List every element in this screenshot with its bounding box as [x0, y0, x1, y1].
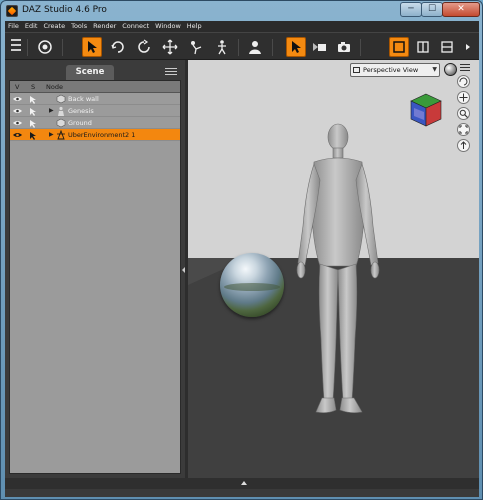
- layout-split-horizontal-icon[interactable]: [437, 37, 457, 57]
- orbit-icon[interactable]: [457, 75, 470, 88]
- grid-icon: [353, 67, 360, 73]
- chevron-down-icon: ▼: [432, 66, 437, 73]
- scene-row-genesis[interactable]: ▶ Genesis: [10, 105, 180, 117]
- collapse-left-arrow-icon[interactable]: [182, 267, 185, 273]
- column-selectable[interactable]: S: [31, 83, 35, 91]
- reset-view-icon[interactable]: [457, 139, 470, 152]
- joint-editor-icon[interactable]: [186, 37, 206, 57]
- toolbar-separator: [62, 39, 63, 56]
- column-node[interactable]: Node: [46, 83, 63, 91]
- figure-pose-icon[interactable]: [212, 37, 232, 57]
- maximize-button[interactable]: ☐: [421, 2, 443, 17]
- toolbar-separator: [27, 39, 28, 56]
- close-button[interactable]: ✕: [442, 2, 480, 17]
- toolbar-separator: [238, 39, 239, 56]
- selectable-arrow-icon[interactable]: [29, 107, 38, 116]
- node-label: UberEnvironment2 1: [68, 131, 136, 139]
- eye-icon[interactable]: [13, 96, 22, 102]
- ball-reflection: [224, 283, 280, 291]
- cube-node-icon: [56, 118, 66, 128]
- camera-label: Perspective View: [363, 66, 419, 74]
- universal-tool-icon[interactable]: [35, 37, 55, 57]
- viewport-pane: Perspective View ▼: [188, 60, 479, 478]
- expand-bottom-arrow-icon[interactable]: [241, 481, 247, 485]
- scene-row-back-wall[interactable]: Back wall: [10, 93, 180, 105]
- selectable-arrow-icon[interactable]: [29, 131, 38, 140]
- node-label: Genesis: [68, 107, 94, 115]
- title-bar[interactable]: DAZ Studio 4.6 Pro ─ ☐ ✕: [1, 1, 482, 21]
- menu-file[interactable]: File: [5, 21, 22, 30]
- rotate-cw-icon[interactable]: [134, 37, 154, 57]
- menu-edit[interactable]: Edit: [22, 21, 41, 30]
- region-navigator-icon[interactable]: [286, 37, 306, 57]
- status-bar: [5, 489, 479, 497]
- menu-window[interactable]: Window: [152, 21, 184, 30]
- menu-tools[interactable]: Tools: [68, 21, 90, 30]
- viewport-menu-icon[interactable]: [460, 64, 470, 75]
- translate-icon[interactable]: [160, 37, 180, 57]
- expand-arrow-icon[interactable]: ▶: [49, 107, 54, 114]
- eye-icon[interactable]: [13, 132, 22, 138]
- node-label: Back wall: [68, 95, 99, 103]
- selectable-arrow-icon[interactable]: [29, 119, 38, 128]
- toolbar-separator: [272, 39, 273, 56]
- cube-node-icon: [56, 94, 66, 104]
- tab-scene[interactable]: Scene: [66, 65, 114, 80]
- scene-pane: Scene V S Node Back wall ▶ Genesis Groun…: [5, 60, 185, 478]
- scene-tree: V S Node Back wall ▶ Genesis Ground ▶ Ub…: [9, 80, 181, 474]
- menu-render[interactable]: Render: [90, 21, 119, 30]
- expand-arrow-icon[interactable]: ▶: [49, 131, 54, 138]
- app-window: DAZ Studio 4.6 Pro ─ ☐ ✕ File Edit Create T…: [0, 0, 483, 500]
- menu-create[interactable]: Create: [40, 21, 68, 30]
- figure-node-icon: [58, 106, 64, 116]
- 3d-viewport[interactable]: Perspective View ▼: [188, 60, 479, 478]
- toolbar-overflow-icon[interactable]: [463, 37, 473, 57]
- bottom-pane-bar: [5, 478, 479, 489]
- column-visible[interactable]: V: [15, 83, 19, 91]
- scene-row-uberenvironment[interactable]: ▶ UberEnvironment2 1: [10, 129, 180, 141]
- scene-row-ground[interactable]: Ground: [10, 117, 180, 129]
- view-cube-icon[interactable]: [408, 92, 444, 128]
- layout-single-icon[interactable]: [389, 37, 409, 57]
- pan-icon[interactable]: [457, 91, 470, 104]
- zoom-icon[interactable]: [457, 107, 470, 120]
- window-title: DAZ Studio 4.6 Pro: [22, 5, 107, 15]
- scene-header: V S Node: [10, 81, 180, 93]
- minimize-button[interactable]: ─: [400, 2, 422, 17]
- selectable-arrow-icon[interactable]: [29, 95, 38, 104]
- mirror-ball: [220, 253, 284, 317]
- menu-bar: File Edit Create Tools Render Connect Window He…: [5, 21, 479, 32]
- genesis-figure: [296, 123, 380, 413]
- menu-connect[interactable]: Connect: [119, 21, 152, 30]
- menu-help[interactable]: Help: [184, 21, 205, 30]
- camera-select[interactable]: Perspective View ▼: [350, 63, 440, 77]
- navigation-tools: [457, 75, 471, 155]
- main-toolbar: [5, 32, 479, 60]
- node-selection-icon[interactable]: [82, 37, 102, 57]
- daz-logo-icon: [6, 5, 18, 17]
- toolbar-separator: [360, 39, 361, 56]
- pane-menu-icon[interactable]: [165, 68, 177, 78]
- pane-tabstrip: Scene: [5, 60, 185, 80]
- surface-selection-icon[interactable]: [245, 37, 265, 57]
- spot-render-icon[interactable]: [310, 37, 330, 57]
- grip-icon[interactable]: [11, 39, 21, 55]
- frame-icon[interactable]: [457, 123, 470, 136]
- node-label: Ground: [68, 119, 92, 127]
- rotate-icon[interactable]: [108, 37, 128, 57]
- draw-style-sphere-icon[interactable]: [444, 63, 457, 76]
- eye-icon[interactable]: [13, 108, 22, 114]
- layout-split-vertical-icon[interactable]: [413, 37, 433, 57]
- light-node-icon: [57, 130, 65, 140]
- eye-icon[interactable]: [13, 120, 22, 126]
- render-icon[interactable]: [334, 37, 354, 57]
